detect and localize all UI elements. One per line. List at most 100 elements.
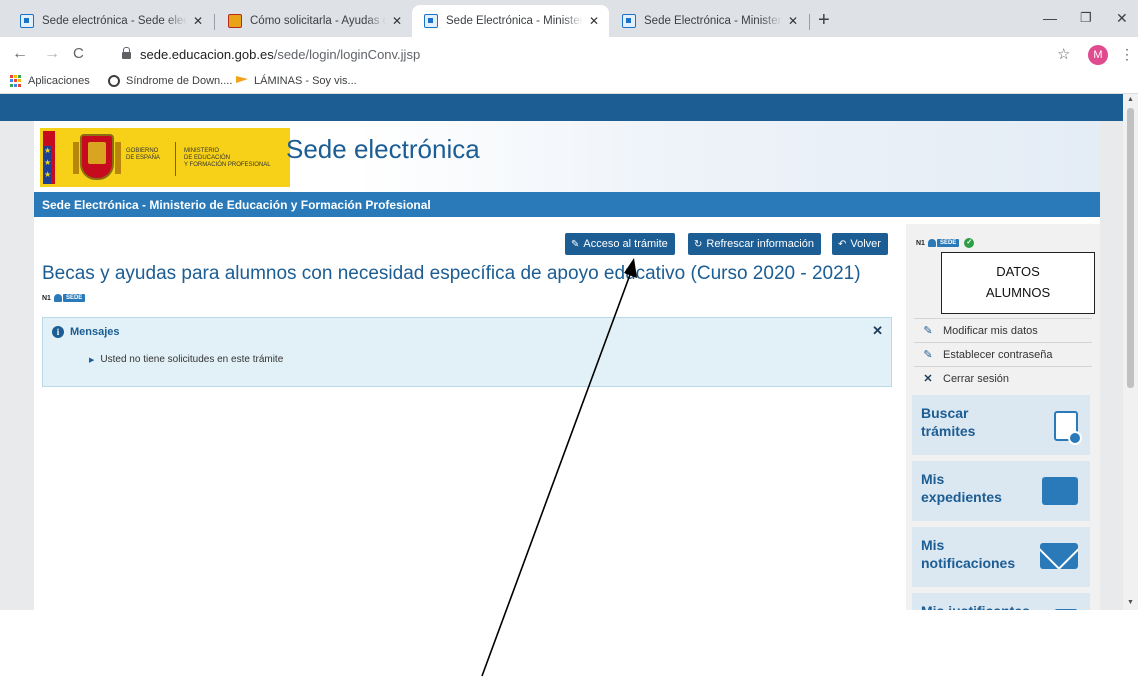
link-label: Establecer contraseña: [943, 348, 1053, 361]
tab-close-icon[interactable]: ✕: [191, 14, 205, 28]
check-icon: ✓: [964, 238, 975, 248]
globe-icon: [108, 75, 120, 87]
cerrar-sesion-link[interactable]: ✕ Cerrar sesión: [914, 366, 1092, 390]
user-data-line: DATOS: [996, 264, 1040, 279]
close-icon: ✕: [923, 373, 933, 385]
user-data-box: DATOS ALUMNOS: [941, 252, 1095, 314]
gobierno-ministerio-logo[interactable]: ★ ★ ★ GOBIERNO DE ESPAÑA MINISTERIO DE E…: [40, 128, 290, 187]
page-container: ★ ★ ★ GOBIERNO DE ESPAÑA MINISTERIO DE E…: [34, 121, 1100, 610]
acceso-tramite-button[interactable]: ✎ Acceso al trámite: [565, 233, 675, 255]
page-title: Becas y ayudas para alumnos con necesida…: [42, 263, 861, 284]
bookmark-label: LÁMINAS - Soy vis...: [254, 75, 357, 87]
gobierno-favicon-icon: [228, 14, 242, 28]
forward-icon[interactable]: →: [44, 45, 60, 63]
modificar-datos-link[interactable]: ✎ Modificar mis datos: [914, 318, 1092, 342]
logo-text-line: DE EDUCACIÓN: [184, 155, 231, 161]
url-text[interactable]: sede.educacion.gob.es/sede/login/loginCo…: [140, 47, 420, 62]
reload-icon[interactable]: C: [73, 45, 84, 62]
security-level-badge: N1 SEDE: [42, 294, 86, 302]
sede-tag: SEDE: [62, 294, 86, 302]
bookmark-laminas[interactable]: LÁMINAS - Soy vis...: [236, 75, 357, 87]
refresh-icon: ↻: [694, 238, 703, 250]
scroll-thumb[interactable]: [1127, 108, 1134, 388]
browser-tab[interactable]: Sede Electrónica - Ministerio de Educaci…: [610, 5, 808, 37]
pencil-icon: ✎: [571, 238, 580, 250]
pillar-icon: [115, 142, 121, 174]
bookmark-sindrome[interactable]: Síndrome de Down....: [108, 75, 232, 87]
tab-close-icon[interactable]: ✕: [786, 14, 800, 28]
subbar-title: Sede Electrónica - Ministerio de Educaci…: [42, 198, 431, 212]
bookmarks-bar: Aplicaciones Síndrome de Down.... LÁMINA…: [0, 72, 1138, 94]
user-key-icon: ✎: [923, 349, 933, 361]
profile-avatar[interactable]: M: [1088, 45, 1108, 65]
coat-of-arms-icon: [80, 134, 114, 180]
logo-text-line: GOBIERNO: [126, 148, 159, 154]
user-sidebar: N1 SEDE ✓ DATOS ALUMNOS ✎ Modificar mis …: [906, 224, 1100, 610]
apps-grid-icon: [10, 75, 22, 87]
new-tab-icon[interactable]: +: [818, 10, 830, 30]
info-icon: i: [52, 326, 64, 338]
user-icon: [53, 294, 62, 302]
page-scrollbar[interactable]: ▲ ▼: [1123, 94, 1138, 610]
receipt-icon: [1054, 609, 1078, 610]
bookmark-label: Síndrome de Down....: [126, 75, 233, 87]
back-icon[interactable]: ←: [12, 45, 28, 63]
browser-tab-active[interactable]: Sede Electrónica - Ministerio de Educaci…: [412, 5, 609, 37]
close-icon[interactable]: ✕: [872, 323, 883, 339]
sede-favicon-icon: [622, 14, 636, 28]
minimize-icon[interactable]: —: [1043, 10, 1057, 26]
tab-title: Cómo solicitarla - Ayudas de apoyo: [250, 15, 386, 27]
gobierno-text: GOBIERNO DE ESPAÑA: [126, 148, 160, 162]
page-viewport: ★ ★ ★ GOBIERNO DE ESPAÑA MINISTERIO DE E…: [0, 94, 1138, 610]
restore-icon[interactable]: ❐: [1080, 10, 1092, 26]
volver-button[interactable]: ↶ Volver: [832, 233, 888, 255]
tile-label: Buscar trámites: [921, 404, 975, 440]
mis-notificaciones-tile[interactable]: Mis notificaciones: [912, 527, 1090, 587]
tab-title: Sede Electrónica - Ministerio de Educaci…: [446, 15, 583, 27]
establecer-contrasena-link[interactable]: ✎ Establecer contraseña: [914, 342, 1092, 366]
star-icon: ★: [44, 146, 52, 155]
tile-line: Mis: [921, 537, 945, 553]
site-title[interactable]: Sede electrónica: [286, 134, 480, 165]
lock-icon[interactable]: [122, 47, 131, 59]
browser-tabbar: Sede electrónica - Sede electrónica ✕ Có…: [0, 0, 1138, 37]
tile-line: trámites: [921, 423, 976, 439]
tab-title: Sede electrónica - Sede electrónica: [42, 15, 187, 27]
security-level-badge: N1 SEDE ✓: [916, 238, 975, 248]
buscar-tramites-tile[interactable]: Buscar trámites: [912, 395, 1090, 455]
mis-justificantes-tile[interactable]: Mis justificantes: [912, 593, 1090, 610]
message-text: Usted no tiene solicitudes en este trámi…: [100, 354, 284, 365]
window-close-icon[interactable]: ✕: [1116, 10, 1128, 27]
logo-text-line: DE ESPAÑA: [126, 155, 160, 161]
bookmark-star-icon[interactable]: ☆: [1057, 45, 1070, 63]
link-label: Modificar mis datos: [943, 324, 1038, 337]
tile-label: Mis notificaciones: [921, 536, 1015, 572]
undo-icon: ↶: [838, 238, 847, 250]
flag-icon: [236, 76, 248, 83]
tab-close-icon[interactable]: ✕: [390, 14, 404, 28]
tab-title: Sede Electrónica - Ministerio de Educaci…: [644, 15, 782, 27]
tab-separator: [214, 14, 215, 30]
tab-close-icon[interactable]: ✕: [587, 14, 601, 28]
browser-menu-icon[interactable]: ⋮: [1120, 46, 1134, 63]
browser-tab[interactable]: Sede electrónica - Sede electrónica ✕: [8, 5, 213, 37]
browser-tab[interactable]: Cómo solicitarla - Ayudas de apoyo ✕: [216, 5, 412, 37]
scroll-down-icon[interactable]: ▼: [1127, 599, 1134, 606]
tile-label: Mis justificantes: [921, 602, 1030, 610]
level-text: N1: [42, 294, 51, 302]
envelope-icon: [1040, 543, 1078, 569]
sede-tag: SEDE: [936, 239, 960, 247]
logo-divider: [175, 142, 176, 176]
bookmark-label: Aplicaciones: [28, 75, 90, 87]
bookmark-apps[interactable]: Aplicaciones: [10, 75, 90, 87]
message-item: ▶ Usted no tiene solicitudes en este trám…: [89, 354, 283, 365]
url-host: sede.educacion.gob.es: [140, 47, 274, 62]
folder-search-icon: [1042, 477, 1078, 505]
refrescar-button[interactable]: ↻ Refrescar información: [688, 233, 821, 255]
scroll-up-icon[interactable]: ▲: [1127, 96, 1134, 103]
star-icon: ★: [44, 170, 52, 179]
document-search-icon: [1054, 411, 1082, 445]
level-text: N1: [916, 239, 925, 247]
star-icon: ★: [44, 158, 52, 167]
mis-expedientes-tile[interactable]: Mis expedientes: [912, 461, 1090, 521]
